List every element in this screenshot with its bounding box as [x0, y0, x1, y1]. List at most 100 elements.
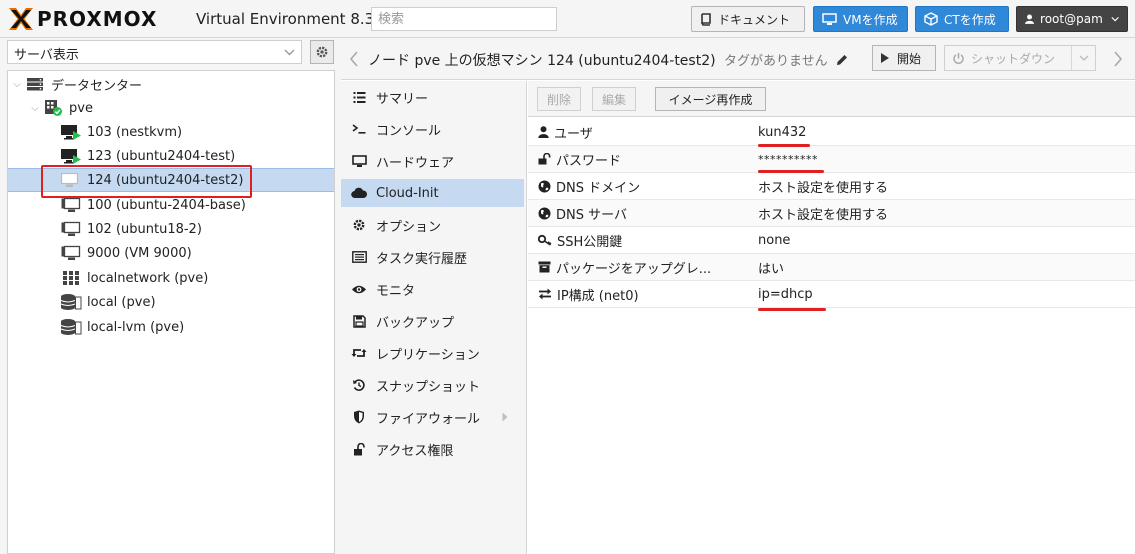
- gear-icon: [351, 217, 367, 233]
- menu-item-firewall[interactable]: ファイアウォール: [341, 403, 524, 431]
- table-row[interactable]: パッケージをアップグレ... はい: [528, 254, 1135, 281]
- tree-item-label: 9000 (VM 9000): [87, 245, 192, 261]
- user-menu-button[interactable]: root@pam: [1016, 6, 1128, 32]
- menu-item-cloud-init[interactable]: Cloud-Init: [341, 179, 524, 207]
- main-panel: ノード pve 上の仮想マシン 124 (ubuntu2404-test2) タ…: [341, 38, 1135, 554]
- menu-item-replication[interactable]: レプリケーション: [341, 339, 524, 367]
- delete-button[interactable]: 削除: [537, 87, 581, 111]
- row-key: パスワード: [538, 150, 738, 169]
- table-row[interactable]: DNS サーバ ホスト設定を使用する: [528, 200, 1135, 227]
- tree-item-vm-103[interactable]: 103 (nestkvm): [8, 120, 334, 144]
- tree-item-node-pve[interactable]: ⌵ pve: [8, 96, 334, 120]
- table-row[interactable]: ユーザ kun432: [528, 119, 1135, 146]
- vm-template-icon: [60, 244, 82, 262]
- tags-area[interactable]: タグがありません: [724, 50, 848, 69]
- regenerate-image-button[interactable]: イメージ再作成: [655, 87, 766, 111]
- tree-item-datacenter[interactable]: ⌵ データセンター: [8, 72, 334, 96]
- vm-template-icon: [60, 196, 82, 214]
- tree-item-storage-local[interactable]: local (pve): [8, 290, 334, 314]
- table-row[interactable]: SSH公開鍵 none: [528, 227, 1135, 254]
- tree-settings-button[interactable]: [310, 40, 334, 64]
- create-ct-label: CTを作成: [944, 12, 996, 27]
- menu-item-label: オプション: [376, 219, 442, 235]
- history-icon: [351, 377, 367, 393]
- gear-icon: [316, 46, 328, 58]
- chevron-down-icon[interactable]: ⌵: [28, 103, 42, 114]
- pencil-icon[interactable]: [836, 54, 848, 66]
- create-ct-button[interactable]: CTを作成: [915, 6, 1009, 32]
- selected-vm-highlight-box: [41, 165, 252, 198]
- power-icon: [953, 52, 964, 64]
- cube-icon: [924, 12, 938, 26]
- documentation-button[interactable]: ドキュメント: [691, 6, 805, 32]
- start-label: 開始: [897, 51, 922, 66]
- main-header: ノード pve 上の仮想マシン 124 (ubuntu2404-test2) タ…: [341, 38, 1135, 80]
- cloud-icon: [351, 185, 367, 201]
- chevron-down-icon: [284, 49, 295, 56]
- chevron-down-icon[interactable]: ⌵: [10, 79, 24, 90]
- globe-icon: [538, 207, 551, 219]
- archive-icon: [538, 261, 551, 273]
- menu-item-console[interactable]: コンソール: [341, 115, 524, 143]
- cloud-init-panel: 削除 編集 イメージ再作成 ユーザ kun432 パスワード *********…: [528, 81, 1135, 554]
- menu-item-label: レプリケーション: [376, 347, 480, 363]
- row-key-label: パッケージをアップグレ...: [556, 261, 712, 277]
- value-underline-ip-config: [758, 308, 826, 311]
- network-icon: [60, 269, 82, 287]
- row-value: はい: [758, 261, 785, 277]
- menu-item-permissions[interactable]: アクセス権限: [341, 435, 524, 463]
- menu-item-label: アクセス権限: [376, 443, 454, 459]
- tree-item-vm-102[interactable]: 102 (ubuntu18-2): [8, 217, 334, 241]
- user-label: root@pam: [1040, 12, 1103, 26]
- value-underline-password: [758, 170, 824, 173]
- tree-item-label: 100 (ubuntu-2404-base): [87, 197, 246, 213]
- storage-icon: [60, 318, 82, 336]
- tree-item-localnetwork[interactable]: localnetwork (pve): [8, 266, 334, 290]
- row-key-label: DNS ドメイン: [556, 180, 641, 196]
- table-row[interactable]: パスワード **********: [528, 146, 1135, 173]
- tree-item-storage-local-lvm[interactable]: local-lvm (pve): [8, 315, 334, 339]
- menu-item-task-history[interactable]: タスク実行履歴: [341, 243, 524, 271]
- table-row[interactable]: DNS ドメイン ホスト設定を使用する: [528, 173, 1135, 200]
- row-key: SSH公開鍵: [538, 231, 738, 250]
- console-icon: [351, 121, 367, 137]
- chevron-right-icon[interactable]: [1113, 51, 1123, 67]
- row-key: IP構成 (net0): [538, 285, 738, 304]
- user-icon: [1025, 14, 1035, 24]
- table-row[interactable]: IP構成 (net0) ip=dhcp: [528, 281, 1135, 308]
- row-value: ホスト設定を使用する: [758, 180, 889, 196]
- view-select[interactable]: サーバ表示: [7, 40, 302, 64]
- row-key-label: IP構成 (net0): [557, 288, 639, 304]
- menu-item-backup[interactable]: バックアップ: [341, 307, 524, 335]
- start-button[interactable]: 開始: [872, 45, 936, 71]
- menu-item-hardware[interactable]: ハードウェア: [341, 147, 524, 175]
- top-bar: PROXMOX Virtual Environment 8.3.3 ドキュメント…: [0, 0, 1135, 38]
- menu-item-label: コンソール: [376, 123, 442, 139]
- row-key-label: SSH公開鍵: [557, 234, 623, 250]
- row-key-label: ユーザ: [554, 126, 593, 142]
- tree-item-label: データセンター: [51, 78, 143, 94]
- resource-tree-header: サーバ表示: [0, 38, 340, 68]
- hardware-icon: [351, 153, 367, 169]
- vm-side-menu: サマリー コンソール ハードウェア Cloud-Init オプション タスク実行…: [341, 81, 527, 554]
- shield-icon: [351, 409, 367, 425]
- key-icon: [538, 234, 552, 246]
- floppy-icon: [351, 313, 367, 329]
- tree-item-vm-9000[interactable]: 9000 (VM 9000): [8, 241, 334, 265]
- menu-item-monitor[interactable]: モニタ: [341, 275, 524, 303]
- row-key: ユーザ: [538, 123, 738, 142]
- create-vm-label: VMを作成: [843, 12, 898, 27]
- search-input[interactable]: [371, 7, 557, 31]
- create-vm-button[interactable]: VMを作成: [813, 6, 908, 32]
- menu-item-options[interactable]: オプション: [341, 211, 524, 239]
- chevron-left-icon[interactable]: [349, 51, 359, 67]
- edit-button[interactable]: 編集: [592, 87, 636, 111]
- shutdown-button[interactable]: シャットダウン: [944, 45, 1096, 71]
- row-value: kun432: [758, 124, 807, 140]
- menu-item-snapshot[interactable]: スナップショット: [341, 371, 524, 399]
- unlock-icon: [351, 441, 367, 457]
- play-icon: [881, 53, 889, 63]
- menu-item-summary[interactable]: サマリー: [341, 83, 524, 111]
- shutdown-dropdown-toggle[interactable]: [1071, 46, 1095, 70]
- chevron-down-icon: [1111, 16, 1119, 22]
